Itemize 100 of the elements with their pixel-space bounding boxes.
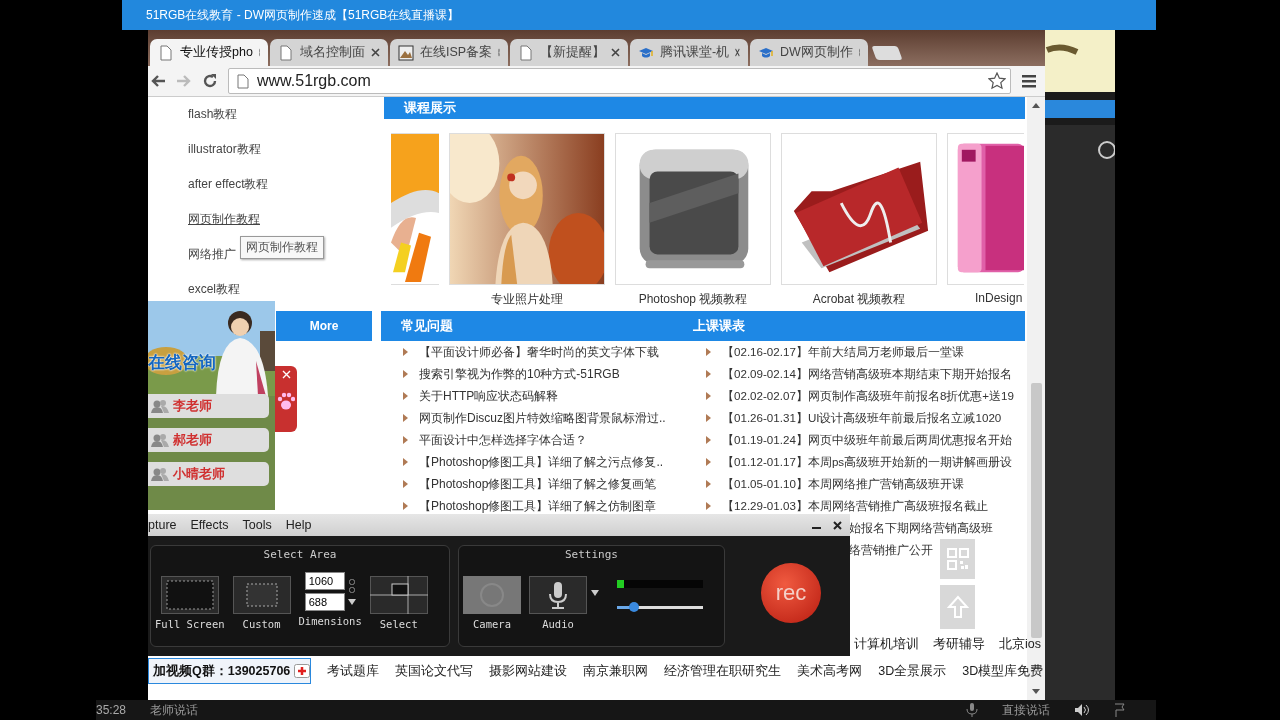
sidebar-link[interactable]: 网页制作教程 [188,211,260,228]
link-icon [348,578,355,593]
footer-link[interactable]: 经济管理在职研究生 [664,662,782,680]
star-icon[interactable] [988,72,1006,90]
sidebar-link[interactable]: 网络推广 [188,246,236,263]
window-title: 51RGB在线教育 - DW网页制作速成【51RGB在线直播课】 [146,6,460,24]
scroll-down-icon[interactable] [1032,689,1040,694]
article-link[interactable]: 搜索引擎视为作弊的10种方式-51RGB [419,365,620,383]
bullet-icon [403,480,408,488]
qr-code-icon [946,548,969,570]
speaker-icon[interactable] [1074,703,1090,717]
reload-icon[interactable] [202,73,218,89]
schedule-link[interactable]: 【01.19-01.24】网页中级班年前最后两周优惠报名开始 [722,432,1012,448]
slider-thumb[interactable] [629,602,640,612]
menu-item[interactable]: pture [148,518,177,532]
article-link[interactable]: 【Photoshop修图工具】详细了解之污点修复.. [419,453,664,471]
schedule-link[interactable]: 【01.12-01.17】本周ps高级班开始新的一期讲解画册设 [722,454,1013,470]
browser-tab[interactable]: DW网页制作 [750,39,868,66]
schedule-link[interactable]: 【02.09-02.14】网络营销高级班本期结束下期开始报名 [722,366,1012,382]
article-link[interactable]: 【Photoshop修图工具】详细了解之修复画笔 [419,475,657,493]
course-caption[interactable]: InDesign [947,291,1024,305]
paw-icon [277,391,295,411]
button-label: Custom [242,618,281,630]
teacher-chat-button[interactable]: 郝老师 [148,428,269,452]
menu-item[interactable]: Effects [190,518,229,532]
article-link[interactable]: 网页制作Discuz图片特效缩略图背景鼠标滑过.. [419,409,666,427]
section-title: 课程展示 [404,99,456,117]
bullet-icon [706,502,711,510]
schedule-link[interactable]: 【02.02-02.07】网页制作高级班年前报名8折优惠+送19 [722,388,1014,404]
new-tab-button[interactable] [871,46,903,60]
back-icon[interactable] [150,73,166,89]
group-title: Select Area [262,547,338,563]
microphone-icon[interactable] [529,576,587,614]
side-tab[interactable] [275,366,297,432]
people-icon [151,433,169,447]
schedule-link[interactable]: 【01.05-01.10】本周网络推广营销高级班开课 [722,476,964,492]
footer-link[interactable]: 考研辅导 [933,636,985,653]
footer-link[interactable]: 考试题库 [327,662,380,680]
browser-tab[interactable]: 在线ISP备案 [390,39,508,66]
sidebar-link[interactable]: excel教程 [188,281,240,298]
footer-link[interactable]: 英国论文代写 [395,662,474,680]
browser-tab[interactable]: 域名控制面 [270,39,388,66]
schedule-link[interactable]: 【01.26-01.31】UI设计高级班年前最后报名立减1020 [722,410,1002,426]
full-screen-icon[interactable] [160,576,219,614]
course-caption[interactable]: Acrobat 视频教程 [781,291,937,308]
schedule-link[interactable]: 【12.29-01.03】本周网络营销推广高级班报名截止 [722,498,988,514]
height-field[interactable]: 688 [304,593,345,611]
teacher-chat-button[interactable]: 小晴老师 [148,462,269,486]
browser-tab[interactable]: 专业传授pho [150,39,268,66]
button-label: Audio [542,618,574,630]
sidebar-link[interactable]: illustrator教程 [188,141,261,158]
schedule-link[interactable]: 络营销推广公开 [849,542,933,558]
menu-item[interactable]: Tools [242,518,272,532]
schedule-link[interactable]: 【02.16-02.17】年前大结局万老师最后一堂课 [722,344,964,360]
width-field[interactable]: 1060 [304,572,345,590]
microphone-icon[interactable] [966,703,978,717]
footer-link[interactable]: 3D模型库免费 [962,662,1044,680]
bullet-icon [706,392,711,400]
bullet-icon [706,370,711,378]
select-area-icon[interactable] [369,576,428,614]
section-title: 常见问题 [401,317,454,335]
custom-area-icon[interactable] [232,576,291,614]
article-link[interactable]: 平面设计中怎样选择字体合适？ [419,431,587,449]
dropdown-caret-icon[interactable] [591,590,599,596]
menu-icon[interactable] [1021,74,1037,88]
menu-item[interactable]: Help [285,518,312,532]
article-link[interactable]: 【平面设计师必备】奢华时尚的英文字体下载 [419,343,659,361]
browser-tab[interactable]: 腾讯课堂-机 [630,39,748,66]
bullet-icon [403,370,408,378]
article-link[interactable]: 关于HTTP响应状态码解释 [419,387,559,405]
footer-link[interactable]: 3D全景展示 [878,662,947,680]
browser-tab[interactable]: 【新提醒】 [510,39,628,66]
footer-link[interactable]: 美术高考网 [797,662,863,680]
bullet-icon [403,436,408,444]
footer-link[interactable]: 计算机培训 [854,636,919,653]
button-label: Camera [473,618,511,630]
schedule-link[interactable]: 始报名下期网络营销高级班 [849,520,993,536]
sidebar-link[interactable]: after effect教程 [188,176,269,193]
footer-link[interactable]: 北京ios [999,636,1041,653]
article-link[interactable]: 【Photoshop修图工具】详细了解之仿制图章 [419,497,657,515]
bullet-icon [706,348,711,356]
bullet-icon [706,414,711,422]
bullet-icon [706,480,711,488]
dropdown-caret-icon[interactable] [347,598,356,605]
address-field[interactable]: www.51rgb.com [228,68,1011,94]
course-caption[interactable]: Photoshop 视频教程 [615,291,771,308]
flag-icon[interactable] [1114,703,1126,717]
footer-link[interactable]: 南京兼职网 [583,662,649,680]
scrollbar-thumb[interactable] [1030,383,1042,638]
sidebar-link[interactable]: flash教程 [188,106,238,123]
bullet-icon [403,348,408,356]
talk-mode-label[interactable]: 直接说话 [1002,701,1050,719]
more-button[interactable]: More [276,311,372,341]
teacher-chat-button[interactable]: 李老师 [148,394,269,418]
button-label: Full Screen [155,618,225,630]
footer-link[interactable]: 摄影网站建设 [489,662,568,680]
scroll-up-icon[interactable] [1032,103,1040,108]
page-icon [237,73,249,89]
talk-mode-label[interactable]: 老师说话 [150,701,199,719]
course-caption[interactable]: 专业照片处理 [449,291,605,308]
